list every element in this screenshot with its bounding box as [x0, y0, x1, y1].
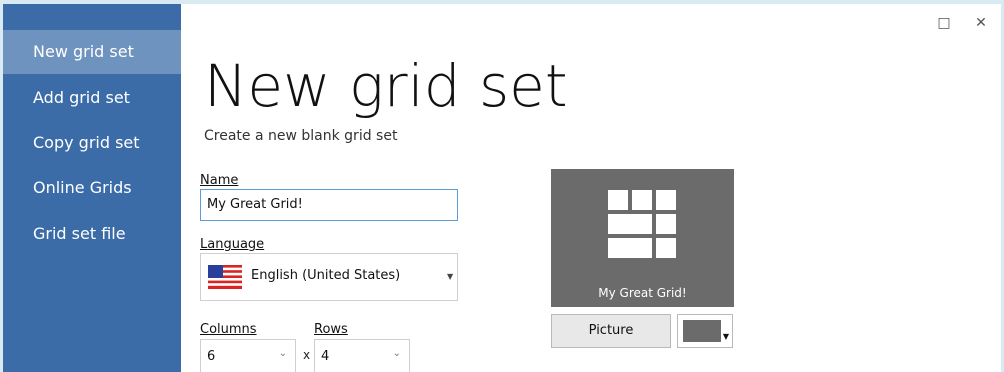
grid-preview-tile: My Great Grid! — [551, 169, 734, 307]
name-input[interactable]: My Great Grid! — [200, 189, 458, 221]
sidebar-item-online-grids[interactable]: Online Grids — [3, 166, 181, 210]
tile-caption: My Great Grid! — [598, 286, 687, 300]
sidebar-item-grid-set-file[interactable]: Grid set file — [3, 212, 181, 256]
rows-label-rest: ows — [322, 322, 348, 337]
sidebar-item-new-grid-set[interactable]: New grid set — [3, 30, 181, 74]
sidebar: New grid set Add grid set Copy grid set … — [3, 4, 181, 372]
color-swatch — [683, 320, 721, 342]
color-picker-button[interactable]: ▼ — [677, 314, 733, 348]
name-label-rest: ame — [209, 173, 239, 188]
new-grid-set-window: New grid set Add grid set Copy grid set … — [3, 4, 1001, 372]
us-flag-icon — [208, 265, 242, 289]
language-label-rest: anguage — [207, 237, 265, 252]
chevron-down-icon: ⌄ — [278, 348, 287, 359]
sidebar-item-add-grid-set[interactable]: Add grid set — [3, 76, 181, 120]
page-subtitle: Create a new blank grid set — [204, 128, 398, 144]
columns-value: 6 — [207, 349, 216, 364]
rows-select[interactable]: 4 ⌄ — [314, 339, 410, 372]
rows-value: 4 — [321, 349, 330, 364]
caret-down-icon: ▼ — [722, 332, 729, 341]
language-label: Language — [200, 237, 264, 252]
columns-label-accesskey: C — [200, 322, 210, 337]
chevron-down-icon: ⌄ — [392, 348, 401, 359]
times-symbol: x — [303, 348, 311, 362]
grid-icon — [608, 190, 676, 258]
columns-select[interactable]: 6 ⌄ — [200, 339, 296, 372]
name-label: Name — [200, 173, 238, 188]
language-value: English (United States) — [251, 268, 401, 283]
chevron-down-icon: ▼ — [447, 272, 454, 281]
sidebar-item-copy-grid-set[interactable]: Copy grid set — [3, 121, 181, 165]
columns-label: Columns — [200, 322, 257, 337]
rows-label: Rows — [314, 322, 348, 337]
page-title: New grid set — [204, 52, 568, 120]
name-label-accesskey: N — [200, 173, 210, 188]
columns-label-rest: olumns — [209, 322, 257, 337]
maximize-icon[interactable]: □ — [935, 14, 953, 32]
close-icon[interactable]: ✕ — [972, 14, 990, 32]
language-select[interactable]: English (United States) ▼ — [200, 253, 458, 301]
picture-button[interactable]: Picture — [551, 314, 671, 348]
